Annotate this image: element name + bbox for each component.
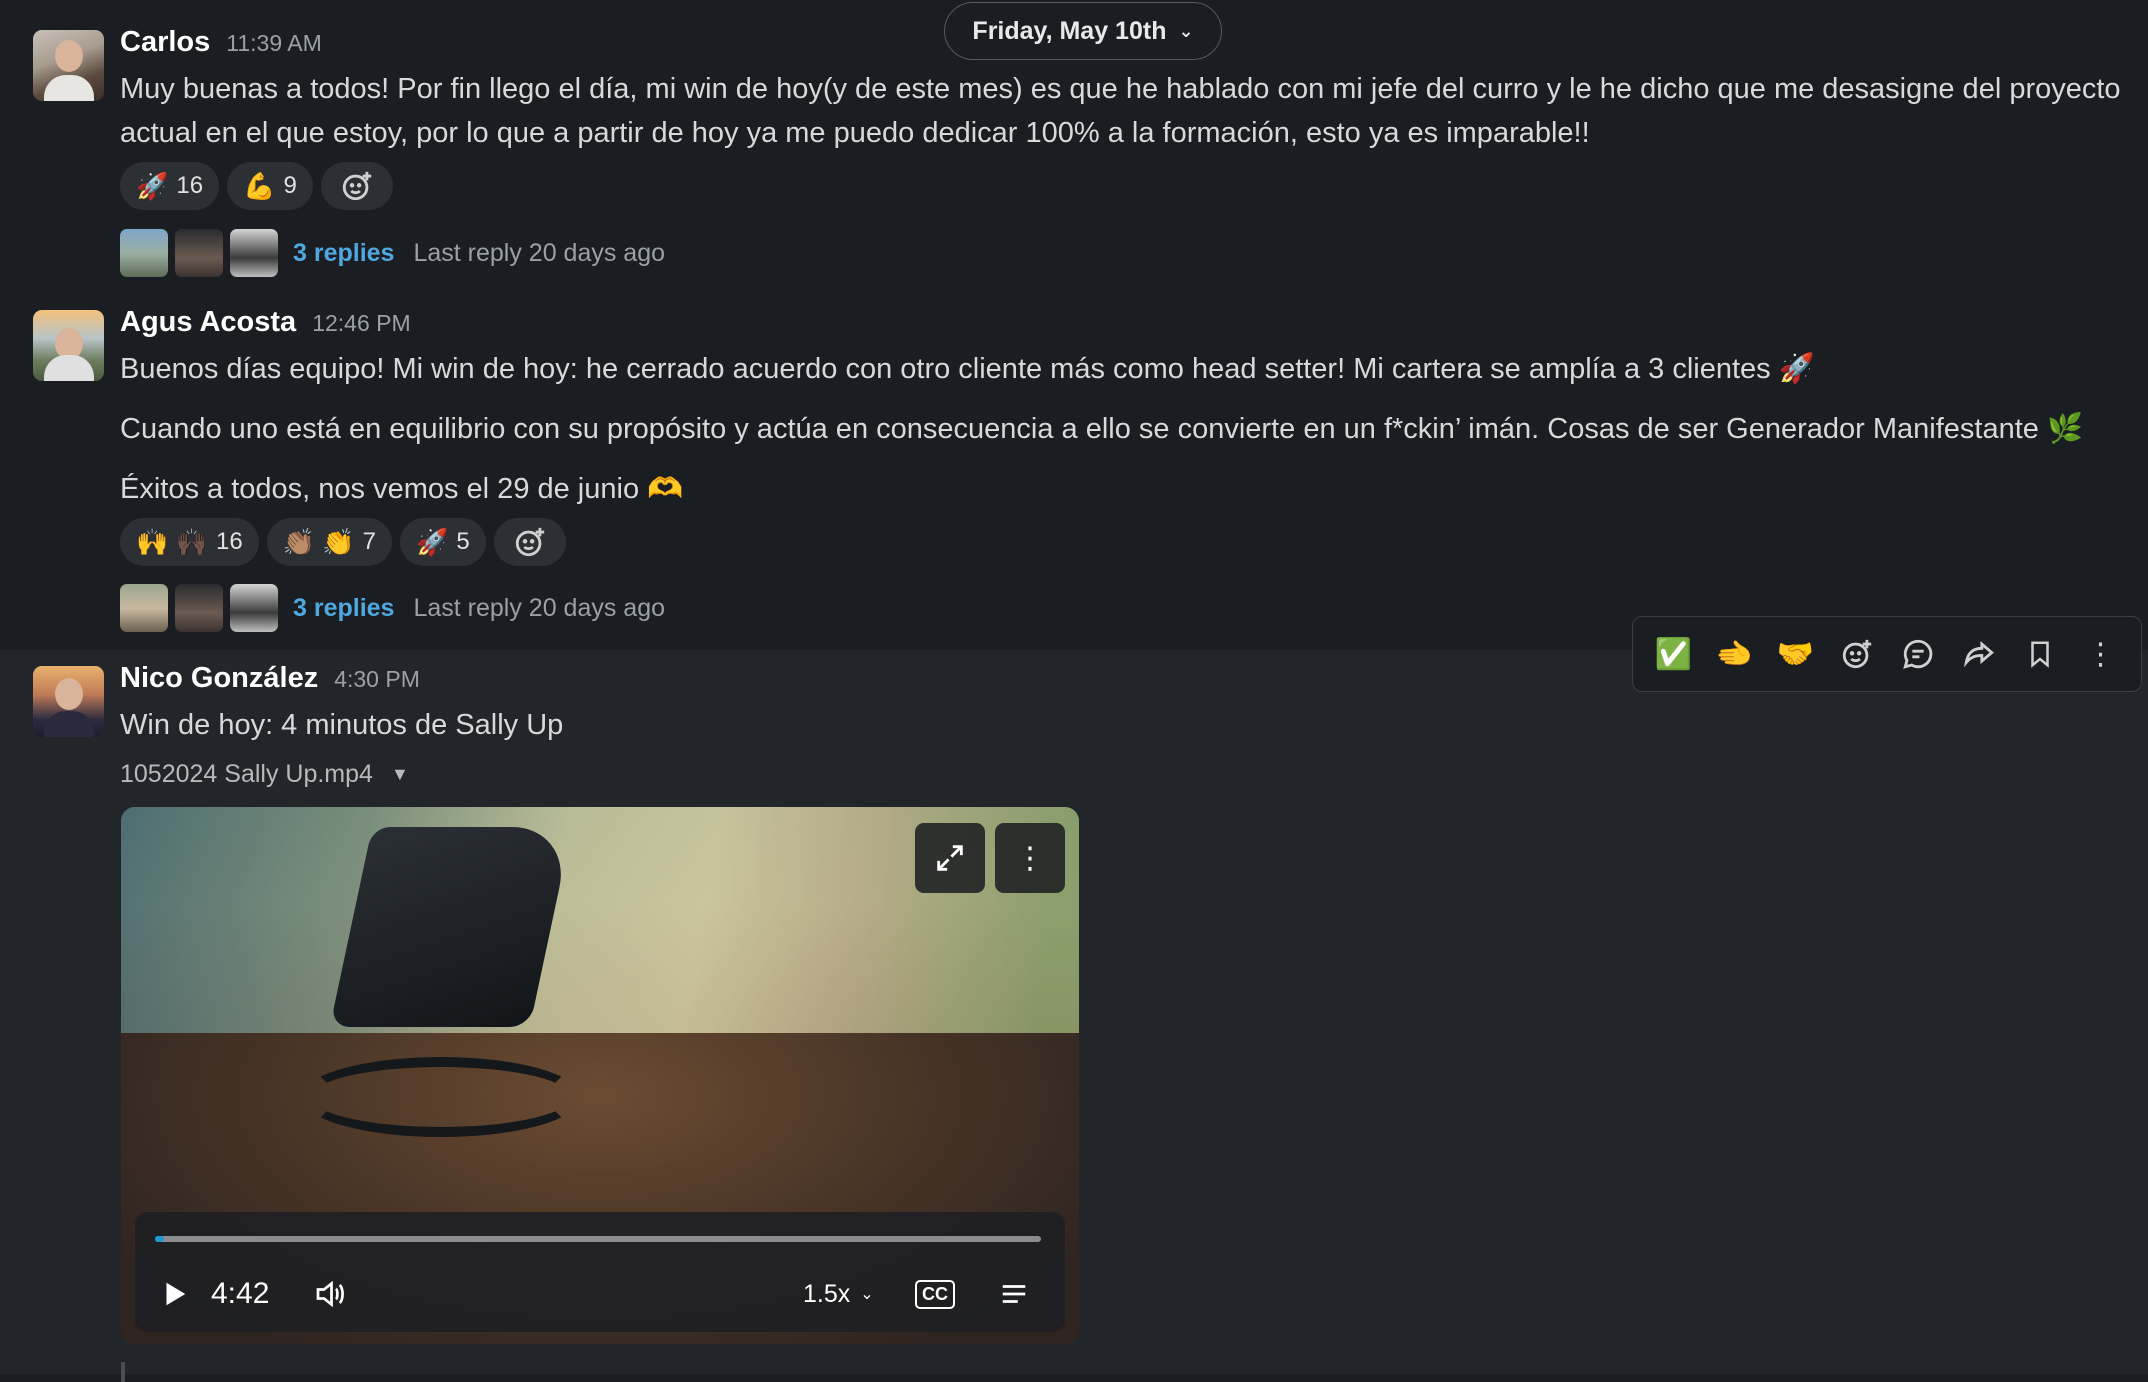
play-button[interactable] bbox=[159, 1272, 189, 1316]
add-reaction-icon bbox=[1842, 639, 1871, 669]
handshake-reaction-icon: 🤝 bbox=[1776, 637, 1815, 671]
bookmark-icon bbox=[2030, 641, 2049, 668]
message-actions-toolbar: ✅ 🫲 🤝 ⋮ bbox=[1632, 616, 2142, 692]
more-vertical-icon: ⋮ bbox=[1015, 841, 1045, 875]
thread-participant-avatar bbox=[175, 229, 223, 277]
add-reaction-button[interactable] bbox=[320, 162, 393, 210]
author-name[interactable]: Carlos bbox=[120, 26, 210, 59]
bookmark-button[interactable] bbox=[2016, 630, 2064, 678]
reaction-count: 7 bbox=[362, 528, 377, 555]
reaction-rocket[interactable]: 🚀 16 bbox=[120, 162, 220, 210]
volume-button[interactable] bbox=[310, 1272, 350, 1316]
transcript-button[interactable] bbox=[997, 1272, 1031, 1316]
author-name[interactable]: Agus Acosta bbox=[120, 306, 296, 339]
thread-replies-link[interactable]: 3 replies bbox=[293, 239, 394, 268]
video-progress-bar[interactable] bbox=[155, 1236, 1041, 1242]
message-text: Muy buenas a todos! Por fin llego el día… bbox=[120, 73, 2121, 149]
attachment-filename[interactable]: 1052024 Sally Up.mp4 ▼ bbox=[120, 760, 409, 789]
message-time[interactable]: 11:39 AM bbox=[226, 30, 321, 57]
add-reaction-icon bbox=[342, 171, 371, 201]
chevron-down-icon: ⌄ bbox=[860, 1286, 874, 1303]
message-time[interactable]: 12:46 PM bbox=[312, 310, 410, 337]
avatar[interactable] bbox=[33, 666, 104, 737]
share-button[interactable] bbox=[1955, 630, 2003, 678]
video-player[interactable]: ⋮ 4:42 1.5x ⌄ CC bbox=[121, 807, 1079, 1344]
quote-bar bbox=[121, 1362, 125, 1382]
thread-participant-avatar bbox=[175, 584, 223, 632]
reaction-count: 16 bbox=[176, 172, 204, 199]
reply-in-thread-icon bbox=[1902, 639, 1932, 669]
video-more-button[interactable]: ⋮ bbox=[995, 823, 1065, 893]
add-reaction-icon bbox=[515, 527, 544, 557]
playback-speed-button[interactable]: 1.5x ⌄ bbox=[803, 1272, 874, 1316]
add-reaction-button[interactable] bbox=[493, 518, 566, 566]
rocket-icon: 🚀 bbox=[136, 171, 169, 201]
rocket-icon: 🚀 bbox=[416, 527, 449, 557]
thread-participant-avatar bbox=[120, 584, 168, 632]
more-actions-icon: ⋮ bbox=[2085, 637, 2116, 671]
reaction-muscle[interactable]: 💪 9 bbox=[227, 162, 313, 210]
reaction-clap[interactable]: 👏🏽 👏 7 bbox=[266, 518, 393, 566]
reaction-count: 16 bbox=[215, 528, 243, 555]
more-actions-button[interactable]: ⋮ bbox=[2077, 630, 2125, 678]
message-text-line-2: Cuando uno está en equilibrio con su pro… bbox=[120, 413, 2084, 445]
share-icon bbox=[1963, 641, 1994, 668]
hand-reaction-button[interactable]: 🫲 bbox=[1711, 630, 1759, 678]
hand-reaction-icon: 🫲 bbox=[1715, 637, 1754, 671]
thread-last-reply: Last reply 20 days ago bbox=[413, 238, 666, 267]
reaction-raised-hands[interactable]: 🙌 🙌🏿 16 bbox=[120, 518, 259, 566]
volume-icon bbox=[316, 1280, 344, 1308]
clap-icon: 👏🏽 👏 bbox=[282, 527, 355, 557]
transcript-icon bbox=[1002, 1285, 1026, 1303]
handshake-reaction-button[interactable]: 🤝 bbox=[1772, 630, 1820, 678]
expand-icon bbox=[937, 845, 963, 871]
raised-hands-icon: 🙌 🙌🏿 bbox=[136, 527, 208, 557]
caret-down-icon[interactable]: ▼ bbox=[391, 764, 409, 785]
thread-participant-avatar bbox=[230, 229, 278, 277]
avatar[interactable] bbox=[33, 310, 104, 381]
message-text: Win de hoy: 4 minutos de Sally Up bbox=[120, 709, 564, 741]
reaction-rocket[interactable]: 🚀 5 bbox=[400, 518, 486, 566]
muscle-icon: 💪 bbox=[243, 171, 276, 201]
message-text-line-3: Éxitos a todos, nos vemos el 29 de junio… bbox=[120, 473, 684, 505]
play-icon bbox=[166, 1282, 186, 1306]
check-reaction-button[interactable]: ✅ bbox=[1650, 630, 1698, 678]
message-time[interactable]: 4:30 PM bbox=[334, 666, 420, 693]
author-name[interactable]: Nico González bbox=[120, 662, 318, 695]
thread-participant-avatar bbox=[120, 229, 168, 277]
thread-last-reply: Last reply 20 days ago bbox=[413, 593, 666, 622]
reaction-count: 9 bbox=[283, 172, 297, 199]
check-reaction-icon: ✅ bbox=[1654, 637, 1693, 671]
fullscreen-button[interactable] bbox=[915, 823, 985, 893]
thread-replies-link[interactable]: 3 replies bbox=[293, 594, 394, 623]
video-progress-fill bbox=[155, 1236, 164, 1242]
playback-speed-label: 1.5x bbox=[803, 1279, 851, 1308]
attachment-filename-label: 1052024 Sally Up.mp4 bbox=[120, 760, 373, 788]
avatar[interactable] bbox=[33, 30, 104, 101]
message-agus-acosta: Agus Acosta 12:46 PM Buenos días equipo!… bbox=[0, 300, 2148, 650]
message-text-line-1: Buenos días equipo! Mi win de hoy: he ce… bbox=[120, 353, 1815, 385]
video-duration: 4:42 bbox=[211, 1277, 270, 1310]
video-controls: 4:42 1.5x ⌄ CC bbox=[135, 1212, 1065, 1332]
add-reaction-button[interactable] bbox=[1833, 630, 1881, 678]
captions-button[interactable]: CC bbox=[915, 1272, 955, 1316]
thread-participant-avatar bbox=[230, 584, 278, 632]
reply-in-thread-button[interactable] bbox=[1894, 630, 1942, 678]
closed-captions-icon: CC bbox=[915, 1279, 955, 1309]
message-carlos: Carlos 11:39 AM Muy buenas a todos! Por … bbox=[0, 0, 2148, 310]
reaction-count: 5 bbox=[456, 528, 470, 555]
